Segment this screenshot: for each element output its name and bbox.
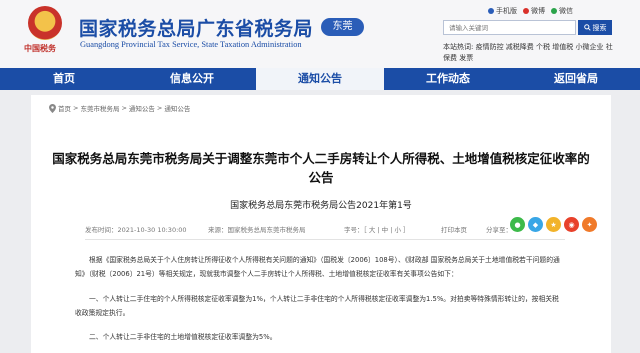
mobile-link[interactable]: 手机版 <box>488 6 517 16</box>
share-icons: ● ◆ ★ ◉ ✦ <box>510 217 597 232</box>
top-links: 手机版 微博 微信 <box>488 6 573 16</box>
wechat-link-label: 微信 <box>559 7 573 15</box>
article-meta: 发布时间：2021-10-30 10:30:00 来源：国家税务总局东莞市税务局… <box>85 220 565 240</box>
site-header: 中国税务 国家税务总局广东省税务局 Guangdong Provincial T… <box>0 0 640 68</box>
breadcrumb-notices[interactable]: 通知公告 <box>129 103 155 113</box>
hot-words[interactable]: 本站热词: 疫情防控 减税降费 个税 增值税 小微企业 社保费 发票 <box>443 42 613 64</box>
article-container: 首页 > 东莞市税务局 > 通知公告 > 通知公告 国家税务总局东莞市税务局关于… <box>31 95 611 353</box>
article-source: 来源：国家税务总局东莞市税务局 <box>208 226 306 234</box>
search-input[interactable] <box>443 20 576 35</box>
breadcrumb-separator: > <box>156 104 163 112</box>
article-paragraph: 根据《国家税务总局关于个人住房转让所得征收个人所得税有关问题的通知》（国税发〔2… <box>75 256 560 278</box>
main-nav: 首页 信息公开 通知公告 工作动态 返回省局 <box>0 68 640 90</box>
breadcrumb-separator: > <box>121 104 127 112</box>
site-subtitle: Guangdong Provincial Tax Service, State … <box>80 40 302 49</box>
nav-item-work-news[interactable]: 工作动态 <box>384 68 512 90</box>
article-title: 国家税务总局东莞市税务局关于调整东莞市个人二手房转让个人所得税、土地增值税核定征… <box>52 151 590 185</box>
breadcrumb: 首页 > 东莞市税务局 > 通知公告 > 通知公告 <box>49 103 190 113</box>
search-icon <box>583 24 591 31</box>
more-share-icon[interactable]: ✦ <box>582 217 597 232</box>
nav-item-home[interactable]: 首页 <box>0 68 128 90</box>
nav-item-info-disclosure[interactable]: 信息公开 <box>128 68 256 90</box>
document-number: 国家税务总局东莞市税务局公告2021年第1号 <box>230 201 412 211</box>
location-pin-icon <box>49 103 56 113</box>
publish-time: 发布时间：2021-10-30 10:30:00 <box>85 226 187 234</box>
wechat-icon <box>551 8 557 14</box>
weibo-icon <box>523 8 529 14</box>
share-label: 分享至： <box>486 226 512 234</box>
article-paragraph: 一、个人转让二手住宅的个人所得税核定征收率调整为1%，个人转让二手非住宅的个人所… <box>75 295 559 317</box>
font-size-control[interactable]: 字号：［ 大 | 中 | 小 ］ <box>344 224 410 234</box>
wechat-link[interactable]: 微信 <box>551 6 573 16</box>
nav-item-back-province[interactable]: 返回省局 <box>512 68 640 90</box>
breadcrumb-separator: > <box>73 104 79 112</box>
wechat-share-icon[interactable]: ● <box>510 217 525 232</box>
weibo-link[interactable]: 微博 <box>523 6 545 16</box>
mobile-link-label: 手机版 <box>496 7 517 15</box>
nav-item-notices[interactable]: 通知公告 <box>256 68 384 90</box>
tax-emblem-icon <box>28 6 62 40</box>
weibo-share-icon[interactable]: ◉ <box>564 217 579 232</box>
qq-share-icon[interactable]: ◆ <box>528 217 543 232</box>
search-button[interactable]: 搜索 <box>578 20 612 35</box>
breadcrumb-notices-sub[interactable]: 通知公告 <box>164 103 190 113</box>
breadcrumb-home[interactable]: 首页 <box>58 103 71 113</box>
weibo-link-label: 微博 <box>531 7 545 15</box>
qzone-share-icon[interactable]: ★ <box>546 217 561 232</box>
city-badge: 东莞 <box>321 18 364 36</box>
search-button-label: 搜索 <box>592 23 607 32</box>
site-title[interactable]: 国家税务总局广东省税务局 <box>79 14 313 41</box>
print-link[interactable]: 打印本页 <box>441 224 467 234</box>
article-paragraph: 二、个人转让二手非住宅的土地增值税核定征收率调整为5%。 <box>89 333 277 341</box>
emblem-caption: 中国税务 <box>24 43 56 53</box>
mobile-icon <box>488 8 494 14</box>
breadcrumb-city-bureau[interactable]: 东莞市税务局 <box>80 103 119 113</box>
